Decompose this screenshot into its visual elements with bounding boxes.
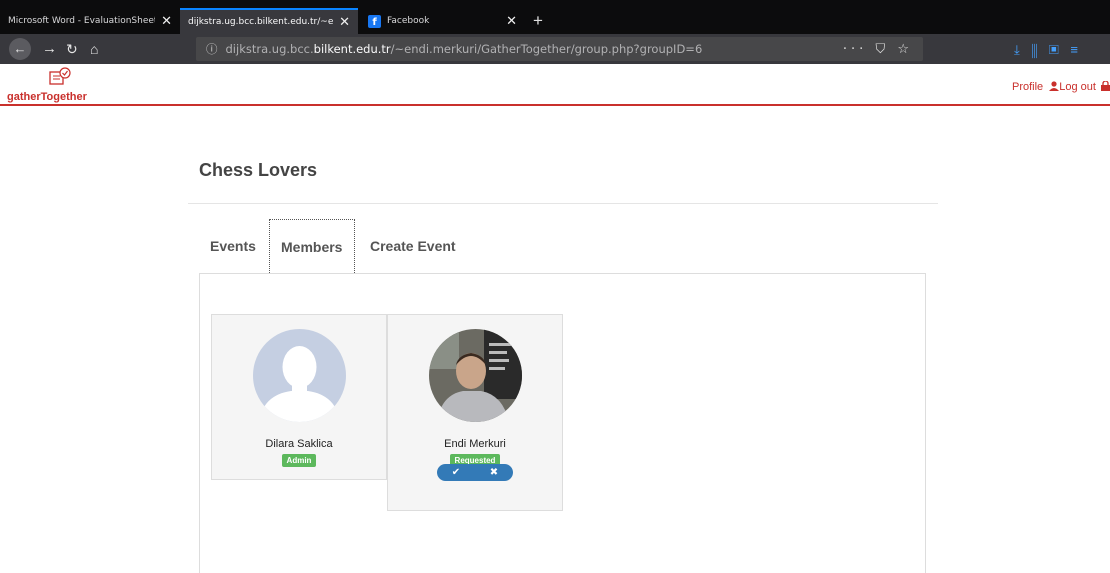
member-card: Endi Merkuri Requested ✔ ✖	[387, 314, 563, 511]
members-panel: Dilara Saklica Admin Endi Merkuri Reques…	[199, 273, 926, 573]
home-icon[interactable]: ⌂	[90, 40, 98, 58]
browser-nav-bar: ← → ↻ ⌂ ⓘ dijkstra.ug.bcc. bilkent.edu.tr…	[0, 34, 1110, 64]
tab-title: dijkstra.ug.bcc.bilkent.edu.tr/~endi	[188, 17, 334, 27]
member-card: Dilara Saklica Admin	[211, 314, 387, 480]
site-header: gatherTogether Profile Log out	[0, 64, 1110, 106]
close-icon[interactable]: ✕	[339, 15, 350, 30]
url-actions-icons[interactable]: ··· ⛉ ☆	[843, 42, 913, 57]
profile-photo	[428, 329, 522, 422]
avatar	[252, 329, 346, 422]
member-name[interactable]: Endi Merkuri	[444, 438, 506, 450]
profile-link[interactable]: Profile	[1012, 81, 1043, 93]
brand-name[interactable]: gatherTogether	[7, 91, 87, 103]
divider	[188, 203, 938, 204]
request-actions: ✔ ✖	[437, 464, 513, 481]
lock-icon	[1101, 80, 1110, 91]
forward-arrow-icon[interactable]: →	[42, 40, 57, 58]
url-path: /~endi.merkuri/GatherTogether/group.php?…	[390, 42, 703, 56]
url-host: bilkent.edu.tr	[313, 42, 391, 56]
browser-tab-facebook[interactable]: f Facebook ✕	[360, 8, 525, 34]
logout-link[interactable]: Log out	[1059, 81, 1096, 93]
url-prefix: dijkstra.ug.bcc.	[225, 42, 314, 56]
reject-button[interactable]: ✖	[475, 464, 513, 481]
tab-events[interactable]: Events	[210, 219, 256, 273]
url-bar[interactable]: ⓘ dijkstra.ug.bcc. bilkent.edu.tr/~endi.m…	[196, 37, 923, 61]
avatar	[428, 329, 522, 422]
member-name[interactable]: Dilara Saklica	[265, 438, 332, 450]
info-icon[interactable]: ⓘ	[206, 41, 218, 57]
logo-icon	[49, 67, 71, 85]
accept-button[interactable]: ✔	[437, 464, 475, 481]
new-tab-button[interactable]: +	[533, 11, 543, 31]
close-icon[interactable]: ✕	[506, 14, 517, 29]
header-links: Profile Log out	[1012, 80, 1110, 93]
tab-create-event[interactable]: Create Event	[370, 219, 456, 273]
back-arrow-icon[interactable]: ←	[9, 38, 31, 60]
role-badge: Admin	[281, 454, 317, 467]
close-icon[interactable]: ✕	[161, 14, 172, 29]
page-title: Chess Lovers	[199, 160, 318, 180]
tab-title: Facebook	[387, 16, 430, 26]
tab-title: Microsoft Word - EvaluationSheet.d	[8, 16, 156, 26]
browser-tab-dijkstra[interactable]: dijkstra.ug.bcc.bilkent.edu.tr/~endi ✕	[180, 8, 358, 34]
default-avatar-icon	[252, 329, 346, 422]
toolbar-icons[interactable]: ⤓ ⫼ ▣ ≡	[1014, 41, 1082, 59]
browser-tab-word[interactable]: Microsoft Word - EvaluationSheet.d ✕	[0, 8, 180, 34]
tab-members[interactable]: Members	[269, 219, 355, 273]
reload-icon[interactable]: ↻	[66, 40, 78, 58]
browser-tab-bar: Microsoft Word - EvaluationSheet.d ✕ dij…	[0, 0, 1110, 34]
user-icon	[1049, 81, 1060, 91]
facebook-icon: f	[368, 14, 381, 28]
